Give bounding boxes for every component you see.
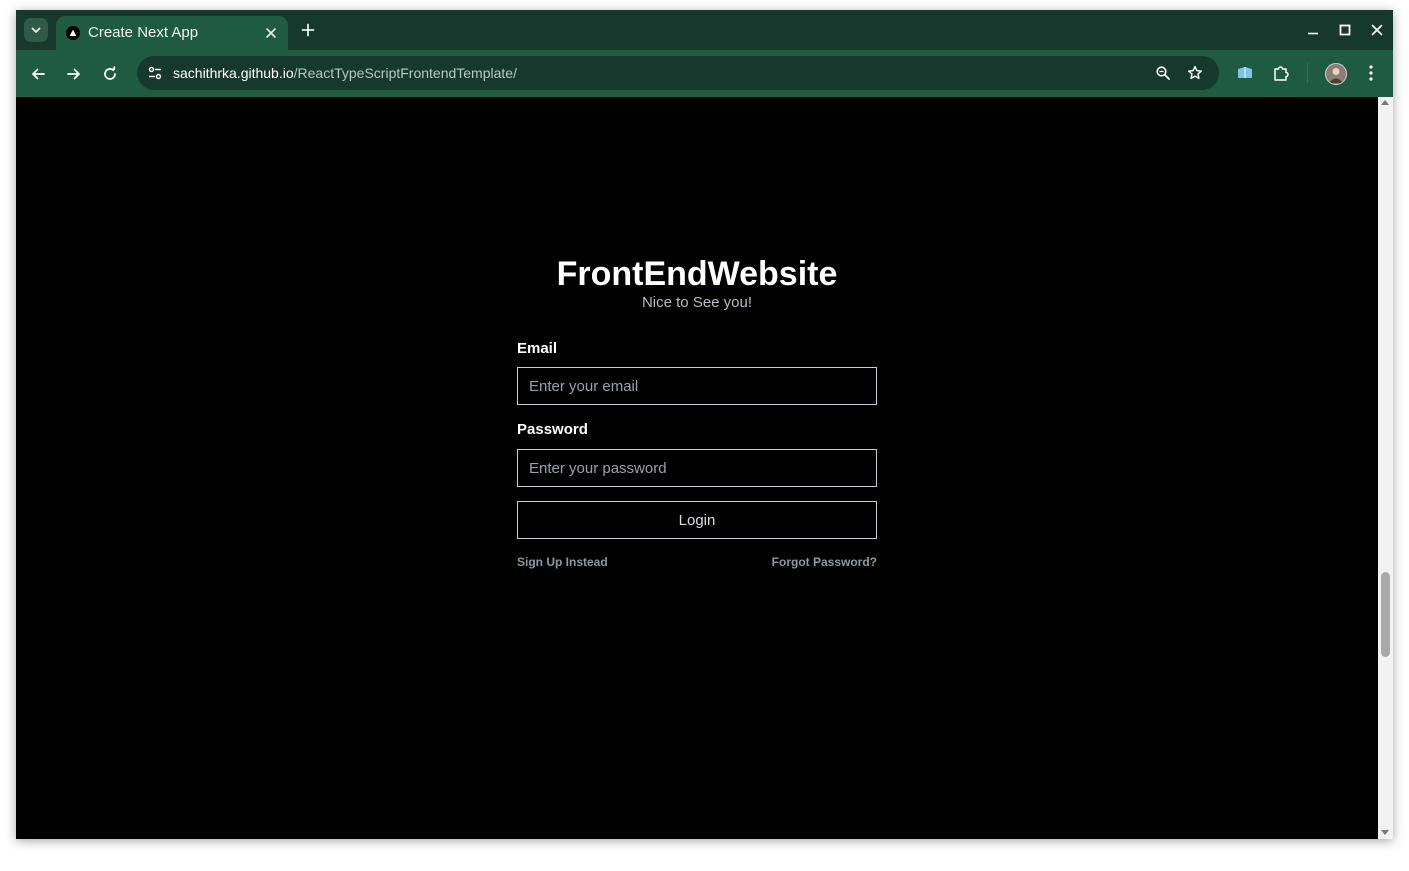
extensions-menu-button[interactable] [1269,61,1293,85]
scroll-up-arrow-icon[interactable] [1381,100,1389,105]
toolbar-divider [1307,63,1308,83]
star-icon [1188,65,1202,80]
close-tab-icon[interactable] [262,24,280,42]
extension-button[interactable] [1233,61,1257,85]
tab-active[interactable]: Create Next App [56,16,288,50]
reload-icon [104,66,116,80]
bookmark-button[interactable] [1184,62,1206,84]
tab-title: Create Next App [88,24,199,41]
arrow-right-icon [67,68,80,80]
scrollbar-thumb[interactable] [1381,572,1390,657]
login-button[interactable]: Login [517,501,877,539]
url-text[interactable]: sachithrka.github.io/ReactTypeScriptFron… [173,64,517,82]
forgot-password-link[interactable]: Forgot Password? [772,555,877,569]
chevron-down-icon [31,27,41,33]
tune-icon [148,66,162,80]
browser-window: Create Next App sachithrka.github.io/Rea… [16,10,1393,839]
subtitle: Nice to See you! [641,294,753,311]
minimize-icon [1308,32,1318,35]
browser-toolbar: sachithrka.github.io/ReactTypeScriptFron… [16,50,1393,97]
url-host: sachithrka.github.io [173,65,294,81]
maximize-icon [1339,24,1351,36]
reload-button[interactable] [98,62,122,86]
plus-icon [301,23,315,37]
email-label: Email [517,340,558,357]
signup-link[interactable]: Sign Up Instead [517,555,608,569]
more-vertical-icon [1369,65,1373,81]
close-icon [1371,24,1383,36]
password-label: Password [517,421,588,438]
puzzle-icon [1274,66,1289,81]
forward-button[interactable] [62,62,86,86]
zoom-button[interactable] [1152,62,1174,84]
extension-app-icon [1238,67,1252,78]
tab-strip: Create Next App [16,10,1393,50]
maximize-button[interactable] [1334,19,1356,41]
brand-title: FrontEndWebsite [556,255,838,293]
back-button[interactable] [26,62,50,86]
profile-avatar[interactable] [1325,63,1347,85]
email-field[interactable] [517,367,877,405]
browser-menu-button[interactable] [1359,61,1383,85]
address-bar[interactable]: sachithrka.github.io/ReactTypeScriptFron… [137,56,1219,90]
new-tab-button[interactable] [298,20,318,40]
arrow-left-icon [32,68,45,80]
password-field[interactable] [517,449,877,487]
vertical-scrollbar[interactable] [1378,97,1393,839]
close-window-button[interactable] [1366,19,1388,41]
page-viewport: FrontEndWebsite Nice to See you! Email P… [16,97,1378,839]
site-info-button[interactable] [143,61,167,85]
login-form: FrontEndWebsite Nice to See you! Email P… [517,254,877,569]
zoom-icon [1156,66,1170,80]
nextjs-favicon-icon [66,26,80,40]
profile-photo-icon [1329,68,1343,83]
url-path: /ReactTypeScriptFrontendTemplate/ [293,65,517,81]
minimize-button[interactable] [1302,19,1324,41]
tab-search-button[interactable] [24,18,48,42]
scroll-down-arrow-icon[interactable] [1381,830,1389,835]
